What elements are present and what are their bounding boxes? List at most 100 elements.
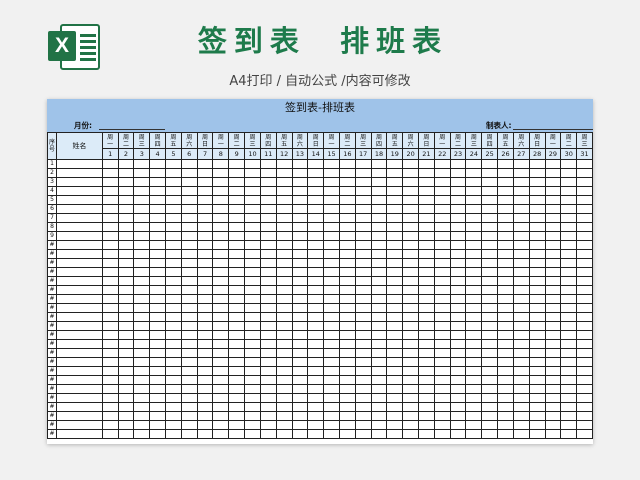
attendance-cell[interactable]	[576, 168, 593, 178]
attendance-cell[interactable]	[307, 285, 325, 295]
attendance-cell[interactable]	[244, 303, 261, 313]
attendance-cell[interactable]	[149, 258, 166, 268]
attendance-cell[interactable]	[228, 303, 246, 313]
attendance-cell[interactable]	[323, 159, 340, 169]
attendance-cell[interactable]	[338, 393, 356, 403]
attendance-cell[interactable]	[291, 285, 309, 295]
attendance-cell[interactable]	[481, 429, 499, 439]
attendance-cell[interactable]	[259, 294, 277, 304]
attendance-cell[interactable]	[497, 303, 514, 313]
attendance-cell[interactable]	[323, 177, 340, 187]
attendance-cell[interactable]	[354, 357, 372, 367]
attendance-cell[interactable]	[544, 393, 562, 403]
attendance-cell[interactable]	[275, 204, 293, 214]
attendance-cell[interactable]	[544, 285, 562, 295]
attendance-cell[interactable]	[228, 204, 246, 214]
attendance-cell[interactable]	[133, 276, 151, 286]
attendance-cell[interactable]	[386, 393, 404, 403]
attendance-cell[interactable]	[133, 285, 151, 295]
attendance-cell[interactable]	[370, 312, 388, 322]
attendance-cell[interactable]	[196, 339, 214, 349]
attendance-cell[interactable]	[449, 420, 467, 430]
attendance-cell[interactable]	[576, 249, 593, 259]
attendance-cell[interactable]	[576, 330, 593, 340]
attendance-cell[interactable]	[449, 321, 467, 331]
attendance-cell[interactable]	[133, 222, 151, 232]
attendance-cell[interactable]	[418, 204, 435, 214]
attendance-cell[interactable]	[418, 285, 435, 295]
attendance-cell[interactable]	[244, 195, 261, 205]
attendance-cell[interactable]	[338, 357, 356, 367]
attendance-cell[interactable]	[338, 402, 356, 412]
attendance-cell[interactable]	[101, 366, 119, 376]
attendance-cell[interactable]	[528, 249, 546, 259]
attendance-cell[interactable]	[323, 294, 340, 304]
attendance-cell[interactable]	[117, 249, 135, 259]
attendance-cell[interactable]	[497, 321, 514, 331]
attendance-cell[interactable]	[275, 195, 293, 205]
attendance-cell[interactable]	[244, 393, 261, 403]
attendance-cell[interactable]	[101, 321, 119, 331]
attendance-cell[interactable]	[576, 204, 593, 214]
attendance-cell[interactable]	[433, 357, 451, 367]
attendance-cell[interactable]	[544, 276, 562, 286]
attendance-cell[interactable]	[338, 177, 356, 187]
attendance-cell[interactable]	[465, 366, 483, 376]
attendance-cell[interactable]	[149, 249, 166, 259]
attendance-cell[interactable]	[512, 276, 530, 286]
name-cell[interactable]	[56, 222, 103, 232]
attendance-cell[interactable]	[512, 258, 530, 268]
attendance-cell[interactable]	[323, 393, 340, 403]
attendance-cell[interactable]	[497, 348, 514, 358]
attendance-cell[interactable]	[497, 267, 514, 277]
attendance-cell[interactable]	[497, 294, 514, 304]
attendance-cell[interactable]	[370, 375, 388, 385]
attendance-cell[interactable]	[512, 312, 530, 322]
attendance-cell[interactable]	[291, 330, 309, 340]
attendance-cell[interactable]	[180, 384, 198, 394]
attendance-cell[interactable]	[354, 312, 372, 322]
attendance-cell[interactable]	[101, 312, 119, 322]
attendance-cell[interactable]	[149, 366, 166, 376]
attendance-cell[interactable]	[101, 411, 119, 421]
attendance-cell[interactable]	[370, 330, 388, 340]
attendance-cell[interactable]	[560, 402, 578, 412]
name-cell[interactable]	[56, 159, 103, 169]
attendance-cell[interactable]	[212, 312, 230, 322]
attendance-cell[interactable]	[338, 168, 356, 178]
attendance-cell[interactable]	[275, 276, 293, 286]
attendance-cell[interactable]	[528, 159, 546, 169]
attendance-cell[interactable]	[497, 330, 514, 340]
attendance-cell[interactable]	[544, 312, 562, 322]
attendance-cell[interactable]	[228, 411, 246, 421]
attendance-cell[interactable]	[228, 231, 246, 241]
attendance-cell[interactable]	[418, 312, 435, 322]
attendance-cell[interactable]	[338, 312, 356, 322]
attendance-cell[interactable]	[180, 213, 198, 223]
attendance-cell[interactable]	[307, 204, 325, 214]
attendance-cell[interactable]	[560, 348, 578, 358]
attendance-cell[interactable]	[323, 375, 340, 385]
attendance-cell[interactable]	[433, 258, 451, 268]
attendance-cell[interactable]	[528, 285, 546, 295]
attendance-cell[interactable]	[244, 339, 261, 349]
attendance-cell[interactable]	[101, 384, 119, 394]
attendance-cell[interactable]	[370, 321, 388, 331]
attendance-cell[interactable]	[512, 366, 530, 376]
attendance-cell[interactable]	[212, 339, 230, 349]
attendance-cell[interactable]	[465, 258, 483, 268]
attendance-cell[interactable]	[275, 240, 293, 250]
attendance-cell[interactable]	[576, 402, 593, 412]
attendance-cell[interactable]	[244, 294, 261, 304]
attendance-cell[interactable]	[528, 195, 546, 205]
attendance-cell[interactable]	[433, 177, 451, 187]
attendance-cell[interactable]	[465, 330, 483, 340]
attendance-cell[interactable]	[180, 267, 198, 277]
attendance-cell[interactable]	[212, 249, 230, 259]
attendance-cell[interactable]	[512, 411, 530, 421]
attendance-cell[interactable]	[433, 240, 451, 250]
attendance-cell[interactable]	[228, 240, 246, 250]
attendance-cell[interactable]	[354, 159, 372, 169]
attendance-cell[interactable]	[528, 258, 546, 268]
attendance-cell[interactable]	[259, 348, 277, 358]
